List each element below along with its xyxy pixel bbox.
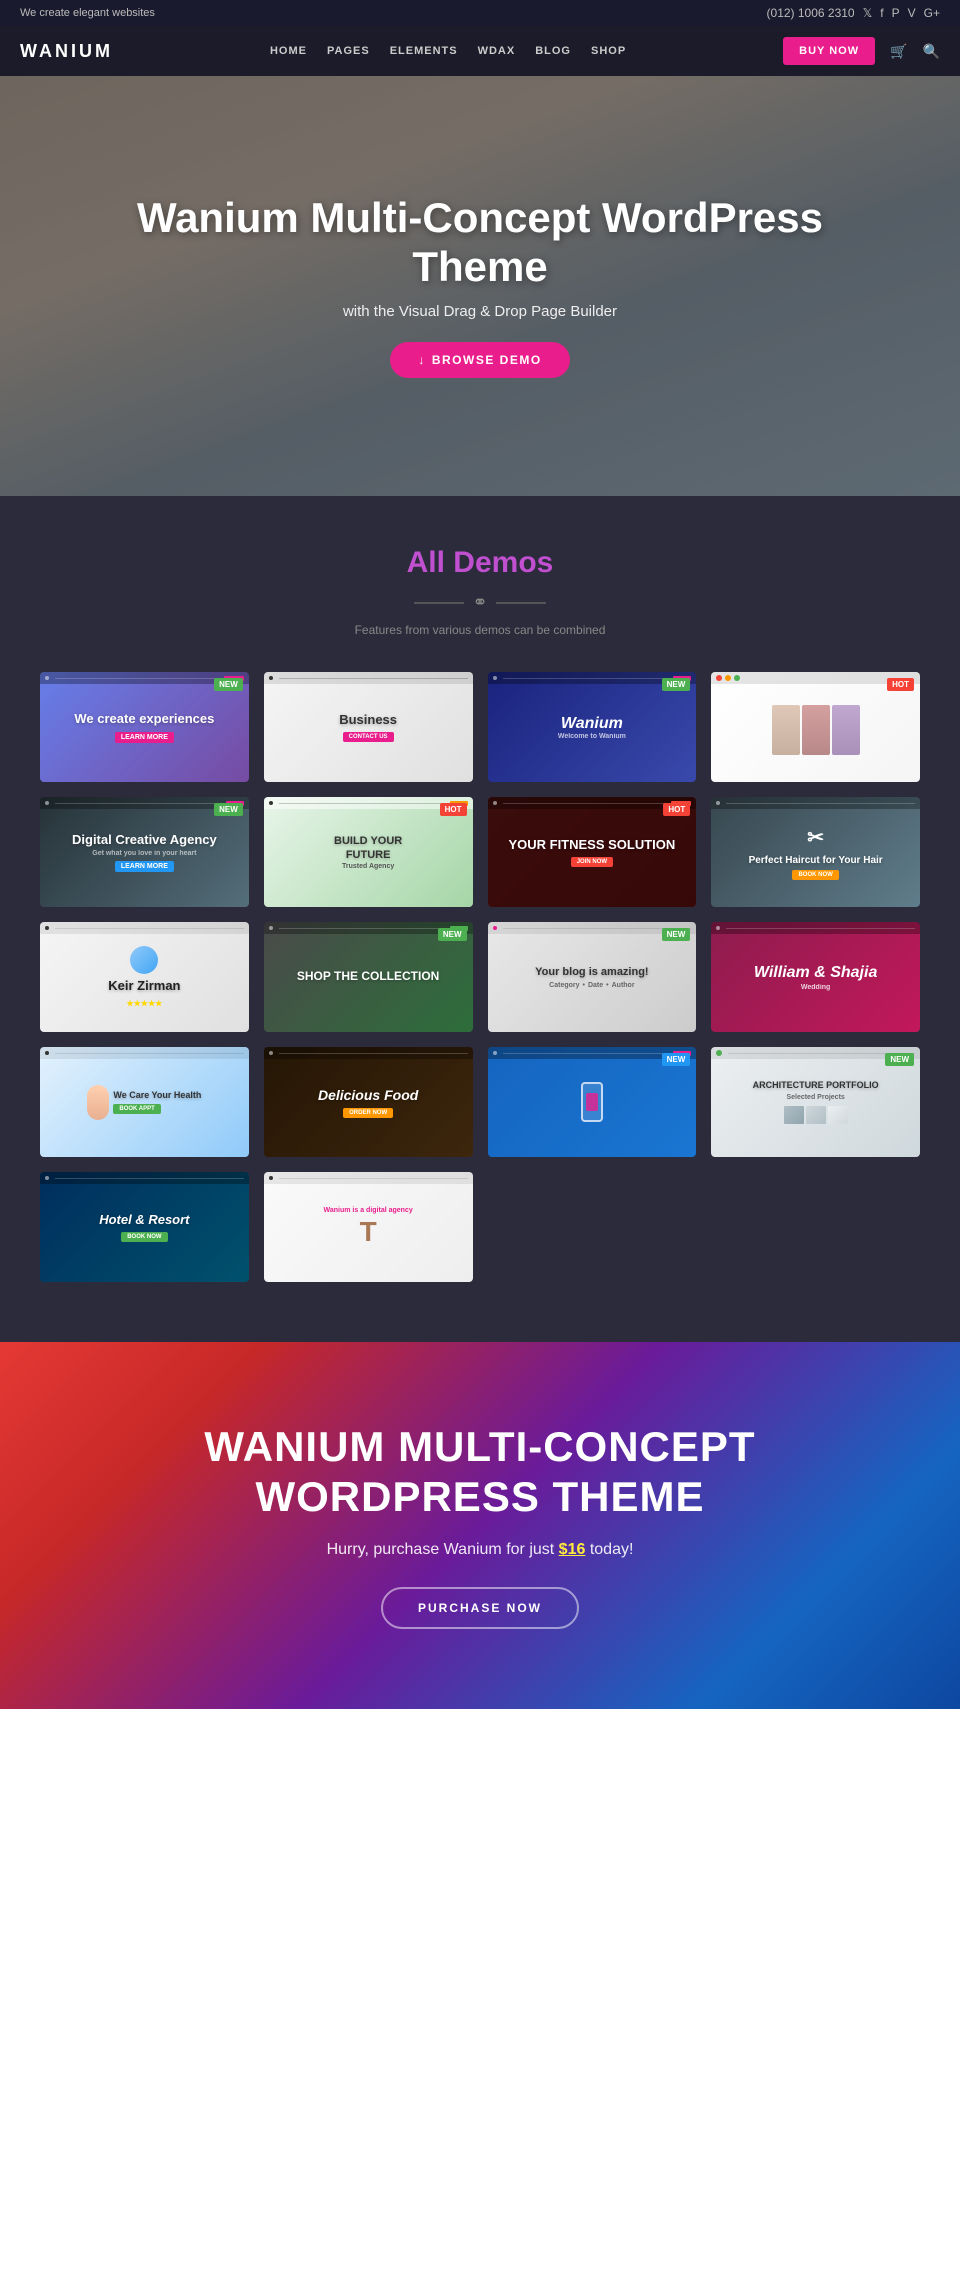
divider-icon: ⚭ (472, 592, 487, 613)
phone-mockup (581, 1082, 603, 1122)
nav-shop[interactable]: SHOP (591, 45, 626, 57)
demo-card-17[interactable]: Hotel & Resort BOOK NOW (40, 1172, 249, 1282)
demo-3-text: Wanium (561, 715, 623, 733)
demos-divider: ⚭ (40, 592, 920, 613)
demo-5-btn: LEARN MORE (115, 861, 174, 872)
demo-6-text: BUILD YOURFUTURE (334, 834, 402, 863)
demo-8-text: Perfect Haircut for Your Hair (749, 854, 883, 867)
demo-3-badge: NEW (662, 678, 691, 691)
cta-title: WANIUM MULTI-CONCEPTWORDPRESS THEME (40, 1422, 920, 1523)
demo-2-btn: CONTACT US (343, 732, 394, 742)
demo-card-3[interactable]: Wanium Welcome to Wanium NEW (488, 672, 697, 782)
site-logo[interactable]: WANIUM (20, 41, 113, 62)
demo-1-badge: NEW (214, 678, 243, 691)
demos-title: All Demos (40, 546, 920, 580)
hero-content: Wanium Multi-Concept WordPress Theme wit… (130, 194, 830, 378)
cta-subtitle: Hurry, purchase Wanium for just $16 toda… (40, 1541, 920, 1559)
nav-home[interactable]: HOME (270, 45, 307, 57)
cart-icon[interactable]: 🛒 (890, 43, 907, 60)
divider-line-left (414, 602, 464, 604)
demo-12-text: William & Shajia (754, 964, 877, 982)
phone-number: (012) 1006 2310 (767, 6, 855, 20)
demo-7-text: YOUR FITNESS SOLUTION (508, 837, 675, 854)
demo-11-text: Your blog is amazing! (535, 965, 648, 979)
demo-card-11[interactable]: Your blog is amazing! Category•Date•Auth… (488, 922, 697, 1032)
pinterest-icon[interactable]: P (892, 6, 900, 20)
demos-header: All Demos ⚭ Features from various demos … (40, 546, 920, 637)
demo-card-1[interactable]: We create experiences LEARN MORE NEW (40, 672, 249, 782)
demo-13-text: We Care Your Health (113, 1090, 201, 1102)
demo-card-18[interactable]: Wanium is a digital agency T (264, 1172, 473, 1282)
demo-card-5[interactable]: Digital Creative Agency Get what you lov… (40, 797, 249, 907)
demo-card-2[interactable]: Business CONTACT US (264, 672, 473, 782)
demo-9-text: Keir Zirman (108, 978, 180, 995)
demo-card-12[interactable]: William & Shajia Wedding (711, 922, 920, 1032)
demo-5-badge: NEW (214, 803, 243, 816)
browse-demo-button[interactable]: ↓ BROWSE DEMO (390, 342, 569, 378)
demo-10-badge: NEW (438, 928, 467, 941)
medical-avatar (87, 1085, 109, 1120)
cta-price: $16 (559, 1541, 586, 1558)
navbar-actions: BUY NOW 🛒 🔍 (783, 37, 940, 65)
cta-section: WANIUM MULTI-CONCEPTWORDPRESS THEME Hurr… (0, 1342, 960, 1709)
main-nav: HOME PAGES ELEMENTS WDAX BLOG SHOP (270, 45, 626, 57)
demo-card-15[interactable]: NEW (488, 1047, 697, 1157)
demo-2-text: Business (339, 712, 397, 729)
demo-card-4[interactable]: HOT (711, 672, 920, 782)
demos-subtitle: Features from various demos can be combi… (40, 623, 920, 637)
nav-elements[interactable]: ELEMENTS (390, 45, 458, 57)
demos-grid: We create experiences LEARN MORE NEW Bus… (40, 672, 920, 1282)
demo-card-8[interactable]: ✂ Perfect Haircut for Your Hair BOOK NOW (711, 797, 920, 907)
demo-4-badge: HOT (887, 678, 914, 691)
top-bar: We create elegant websites (012) 1006 23… (0, 0, 960, 26)
demo-card-6[interactable]: BUILD YOURFUTURE Trusted Agency HOT (264, 797, 473, 907)
demo-1-text: We create experiences (74, 711, 214, 728)
buy-now-button[interactable]: BUY NOW (783, 37, 875, 65)
top-bar-right: (012) 1006 2310 𝕏 f P V G+ (767, 6, 940, 20)
demo-6-badge: HOT (440, 803, 467, 816)
demo-10-text: SHOP THE COLLECTION (297, 969, 439, 985)
purchase-now-button[interactable]: PURCHASE NOW (381, 1587, 579, 1629)
hero-subtitle: with the Visual Drag & Drop Page Builder (130, 303, 830, 320)
demo-16-text: ARCHITECTURE PORTFOLIO (753, 1080, 879, 1092)
avatar (130, 946, 158, 974)
hero-title: Wanium Multi-Concept WordPress Theme (130, 194, 830, 291)
demo-14-text: Delicious Food (318, 1086, 418, 1104)
scissors-icon: ✂ (807, 825, 824, 850)
browse-demo-label: BROWSE DEMO (432, 353, 542, 367)
divider-line-right (496, 602, 546, 604)
demo-5-text: Digital Creative Agency (72, 832, 217, 849)
search-icon[interactable]: 🔍 (923, 43, 940, 60)
demos-section: All Demos ⚭ Features from various demos … (0, 496, 960, 1342)
demo-16-badge: NEW (885, 1053, 914, 1066)
arrow-down-icon: ↓ (418, 353, 426, 367)
demo-card-13[interactable]: We Care Your Health BOOK APPT (40, 1047, 249, 1157)
demo-card-10[interactable]: SHOP THE COLLECTION NEW (264, 922, 473, 1032)
vimeo-icon[interactable]: V (908, 6, 916, 20)
demo-card-16[interactable]: ARCHITECTURE PORTFOLIO Selected Projects… (711, 1047, 920, 1157)
facebook-icon[interactable]: f (880, 6, 883, 20)
demo-17-text: Hotel & Resort (99, 1212, 189, 1229)
demo-card-7[interactable]: YOUR FITNESS SOLUTION JOIN NOW HOT (488, 797, 697, 907)
demo-card-14[interactable]: Delicious Food ORDER NOW (264, 1047, 473, 1157)
hero-section: Wanium Multi-Concept WordPress Theme wit… (0, 76, 960, 496)
demo-15-badge: NEW (662, 1053, 691, 1066)
demo-1-btn: LEARN MORE (115, 732, 174, 743)
nav-wdax[interactable]: WDAX (478, 45, 516, 57)
navbar: WANIUM HOME PAGES ELEMENTS WDAX BLOG SHO… (0, 26, 960, 76)
twitter-icon[interactable]: 𝕏 (863, 6, 873, 20)
demo-card-9[interactable]: Keir Zirman ★★★★★ (40, 922, 249, 1032)
tagline: We create elegant websites (20, 7, 155, 19)
cta-subtitle-suffix: today! (585, 1541, 633, 1558)
demo-11-badge: NEW (662, 928, 691, 941)
nav-pages[interactable]: PAGES (327, 45, 370, 57)
nav-blog[interactable]: BLOG (535, 45, 571, 57)
cta-subtitle-prefix: Hurry, purchase Wanium for just (327, 1541, 559, 1558)
demo-7-badge: HOT (663, 803, 690, 816)
google-plus-icon[interactable]: G+ (924, 6, 940, 20)
